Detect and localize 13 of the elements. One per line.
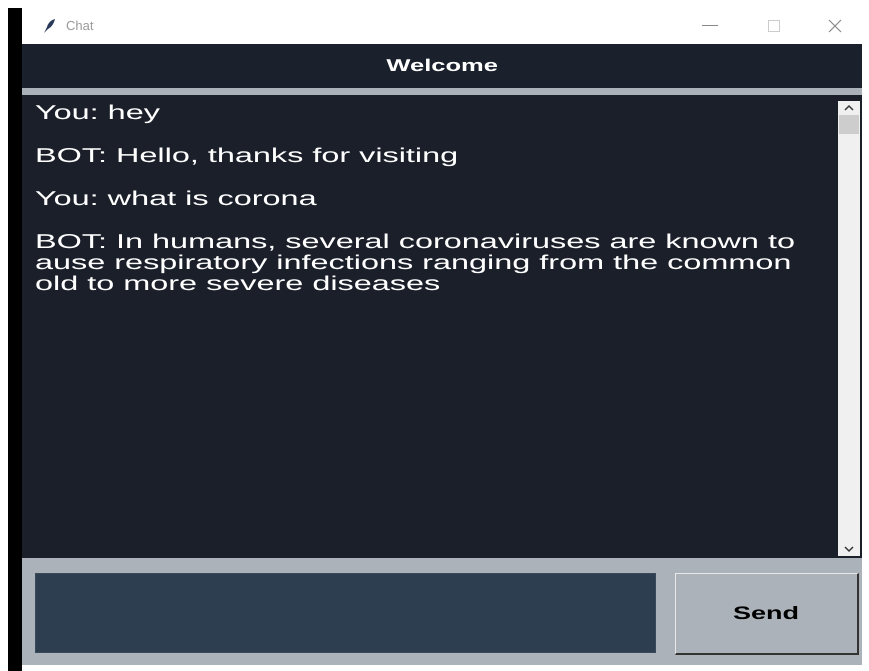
feather-icon bbox=[42, 18, 56, 34]
minimize-icon[interactable] bbox=[702, 25, 718, 27]
chat-message: BOT: Hello, thanks for visiting bbox=[35, 146, 458, 167]
scroll-thumb[interactable] bbox=[839, 115, 859, 134]
window-title: Chat bbox=[66, 17, 94, 36]
chat-message: You: what is corona bbox=[35, 189, 317, 210]
scrollbar[interactable] bbox=[838, 101, 860, 556]
close-icon[interactable] bbox=[828, 19, 842, 33]
message-input[interactable] bbox=[35, 573, 656, 653]
send-button[interactable]: Send bbox=[675, 573, 859, 655]
chat-message: BOT: In humans, several coronaviruses are known to ause respiratory infections ranging from the common old to more severe diseases bbox=[35, 232, 795, 295]
chat-message: You: hey bbox=[35, 103, 160, 124]
header-title: Welcome bbox=[386, 55, 498, 78]
